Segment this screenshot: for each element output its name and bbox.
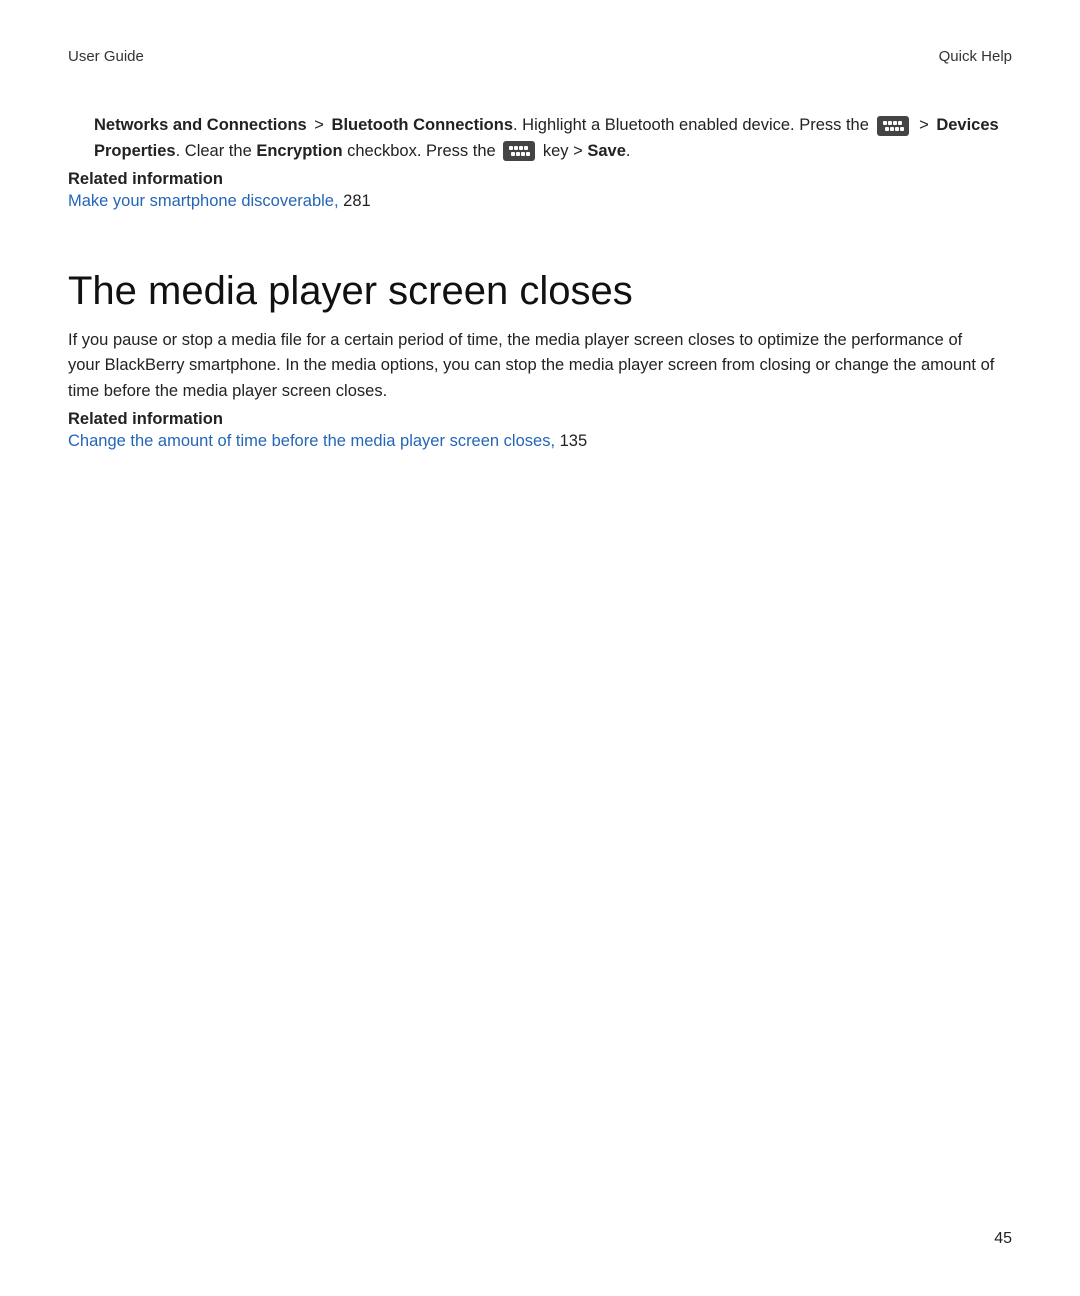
related-page-number: 281 bbox=[343, 192, 371, 210]
text-highlight-device: . Highlight a Bluetooth enabled device. … bbox=[513, 116, 873, 134]
blackberry-key-icon bbox=[503, 141, 535, 161]
related-info-heading: Related information bbox=[68, 170, 1012, 189]
section-bluetooth-instructions: Networks and Connections > Bluetooth Con… bbox=[68, 113, 1012, 164]
blackberry-key-icon bbox=[877, 116, 909, 136]
related-info-line: Make your smartphone discoverable, 281 bbox=[68, 189, 1012, 215]
text-period: . bbox=[626, 142, 631, 160]
related-info-heading-2: Related information bbox=[68, 410, 1012, 429]
related-information-block-1: Related information Make your smartphone… bbox=[68, 170, 1012, 215]
page-number: 45 bbox=[994, 1230, 1012, 1248]
text-gt-2: > bbox=[919, 116, 929, 134]
text-key-save: key > bbox=[543, 142, 587, 160]
text-encryption: Encryption bbox=[256, 142, 342, 160]
link-make-discoverable[interactable]: Make your smartphone discoverable, bbox=[68, 192, 343, 210]
related-page-number-2: 135 bbox=[560, 432, 588, 450]
header-left: User Guide bbox=[68, 48, 144, 65]
link-change-time[interactable]: Change the amount of time before the med… bbox=[68, 432, 560, 450]
instruction-paragraph: Networks and Connections > Bluetooth Con… bbox=[94, 113, 1012, 164]
text-checkbox-press: checkbox. Press the bbox=[343, 142, 501, 160]
text-gt: > bbox=[314, 116, 324, 134]
page-header: User Guide Quick Help bbox=[68, 48, 1012, 65]
header-right: Quick Help bbox=[939, 48, 1012, 65]
section-title: The media player screen closes bbox=[68, 269, 1012, 314]
text-bluetooth-connections: Bluetooth Connections bbox=[332, 116, 513, 134]
related-info-line-2: Change the amount of time before the med… bbox=[68, 429, 1012, 455]
text-save: Save bbox=[587, 142, 626, 160]
section-body: If you pause or stop a media file for a … bbox=[68, 328, 1012, 405]
text-networks-connections: Networks and Connections bbox=[94, 116, 307, 134]
text-clear-the: . Clear the bbox=[176, 142, 257, 160]
section-media-player: The media player screen closes If you pa… bbox=[68, 269, 1012, 455]
